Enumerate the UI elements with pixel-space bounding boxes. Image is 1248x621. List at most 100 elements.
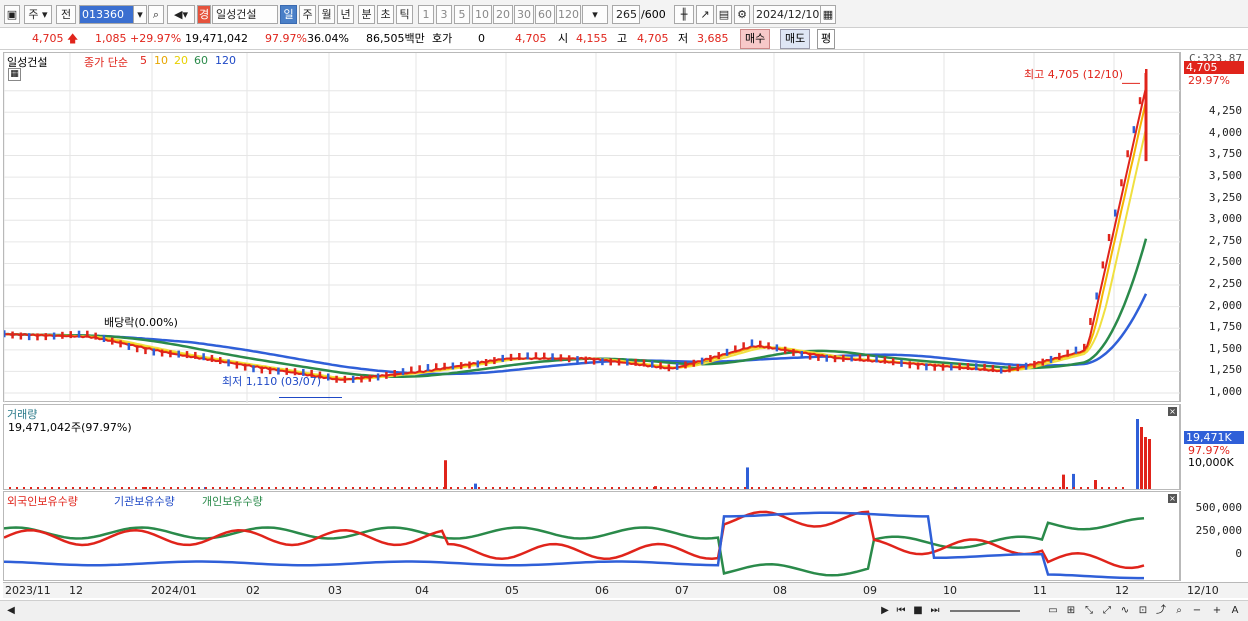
forward-icon[interactable]: ⏭ (928, 604, 942, 618)
period-second[interactable]: 초 (377, 5, 394, 24)
count-input[interactable]: 265 (612, 5, 640, 24)
min-60[interactable]: 60 (535, 5, 555, 24)
period-month[interactable]: 월 (318, 5, 335, 24)
calendar-icon[interactable]: ▦ (820, 5, 836, 24)
period-tick[interactable]: 틱 (396, 5, 413, 24)
min-5[interactable]: 5 (454, 5, 470, 24)
zoom-in-icon[interactable]: + (1210, 604, 1224, 618)
min-120[interactable]: 120 (556, 5, 581, 24)
search-icon[interactable]: ⌕ (148, 5, 164, 24)
period-day[interactable]: 일 (280, 5, 297, 24)
buy-button[interactable]: 매수 (740, 29, 771, 49)
close-icon[interactable]: × (1168, 407, 1177, 416)
volume-bar (807, 487, 809, 489)
gear-icon[interactable]: ⚙ (734, 5, 750, 24)
close-icon[interactable]: × (1168, 494, 1177, 503)
volume-tag: 19,471K (1184, 431, 1244, 444)
candle (1016, 364, 1020, 372)
low-price: 3,685 (697, 32, 729, 45)
save-icon[interactable]: ▤ (716, 5, 732, 24)
scroll-left-icon[interactable]: ◀ (4, 604, 18, 618)
period-week[interactable]: 주 (299, 5, 316, 24)
price-chart-panel[interactable]: 일성건설 종가 단순 5 10 20 60 120 ▦ 최고 4,705 (12… (3, 52, 1181, 403)
volume-panel[interactable]: 거래량 19,471,042주(97.97%) × (3, 404, 1180, 490)
min-1[interactable]: 1 (418, 5, 434, 24)
candle (19, 332, 23, 340)
auto-scale-icon[interactable]: A (1228, 604, 1242, 618)
market-select[interactable]: 주 ▾ (24, 5, 52, 24)
volume-bar (457, 487, 459, 489)
min-20[interactable]: 20 (493, 5, 513, 24)
candle (219, 357, 222, 365)
volume-bar (303, 487, 305, 489)
candle (700, 357, 704, 365)
price-tick: 4,000 (1208, 125, 1242, 139)
tool-8-icon[interactable]: ⌕ (1172, 604, 1186, 618)
trend-tool-icon[interactable]: ↗ (696, 5, 714, 24)
price-tick: 3,250 (1208, 190, 1242, 204)
volume-bar (940, 487, 942, 489)
period-year[interactable]: 년 (337, 5, 354, 24)
price-tick: 1,500 (1208, 341, 1242, 355)
tool-6-icon[interactable]: ⊡ (1136, 604, 1150, 618)
tool-4-icon[interactable]: ⤢ (1100, 604, 1114, 618)
candle-icon[interactable]: ╫ (674, 5, 694, 24)
volume-bar (233, 487, 235, 489)
hoga-label: 호가 (432, 32, 453, 45)
sell-button[interactable]: 매도 (780, 29, 811, 49)
candle (493, 357, 496, 365)
stop-icon[interactable]: ■ (911, 604, 925, 618)
prev-button[interactable]: 전 (56, 5, 76, 24)
volume-bar (1073, 487, 1075, 489)
stock-code-input[interactable]: 013360 (79, 5, 135, 24)
candle (709, 355, 712, 363)
zoom-out-icon[interactable]: − (1190, 604, 1204, 618)
candle (410, 366, 413, 374)
avg-button[interactable]: 평 (817, 29, 836, 49)
volume-bar (268, 487, 270, 489)
volume-bar (1072, 473, 1075, 489)
tool-2-icon[interactable]: ⊞ (1064, 604, 1078, 618)
volume-bar (779, 487, 781, 489)
window-menu-icon[interactable]: ▣ (4, 5, 20, 24)
tool-1-icon[interactable]: ▭ (1046, 604, 1060, 618)
time-label: 12 (69, 584, 83, 597)
min-3[interactable]: 3 (436, 5, 452, 24)
min-30[interactable]: 30 (514, 5, 534, 24)
period-minute[interactable]: 분 (358, 5, 375, 24)
volume-bar (800, 487, 802, 489)
tool-5-icon[interactable]: ∿ (1118, 604, 1132, 618)
volume-bar (1031, 487, 1033, 489)
candle (750, 339, 754, 347)
candle (194, 351, 197, 359)
tool-7-icon[interactable]: ⤴ (1154, 604, 1168, 618)
volume-bar (79, 487, 81, 489)
volume-bar (310, 487, 312, 489)
volume-bar (415, 487, 417, 489)
code-dropdown-icon[interactable]: ▾ (133, 5, 147, 24)
scroll-bar[interactable]: ◀ ▶ ⏮ ■ ⏭ ▭ ⊞ ⤡ ⤢ ∿ ⊡ ⤴ ⌕ − + A (0, 600, 1248, 621)
zoom-slider[interactable] (950, 610, 1020, 612)
price-tick: 2,000 (1208, 298, 1242, 312)
sound-icon[interactable]: ◀▾ (167, 5, 195, 24)
date-input[interactable]: 2024/12/10 (753, 5, 821, 24)
stock-name-field[interactable]: 일성건설 (212, 5, 278, 24)
scroll-right-icon[interactable]: ▶ (878, 604, 892, 618)
candle (135, 345, 139, 353)
min-10[interactable]: 10 (472, 5, 492, 24)
volume-bar (835, 487, 837, 489)
high-price: 4,705 (637, 32, 669, 45)
candle (69, 331, 72, 339)
candle (551, 353, 554, 361)
time-label: 04 (415, 584, 429, 597)
volume-bar (408, 487, 410, 489)
candle (343, 375, 347, 383)
volume-bar (128, 487, 130, 489)
volume-bar (625, 487, 627, 489)
minute-custom-select[interactable]: ▾ (582, 5, 608, 24)
holdings-panel[interactable]: 외국인보유수량 기관보유수량 개인보유수량 × (3, 491, 1180, 581)
price-tick: 3,000 (1208, 212, 1242, 226)
volume-bar (444, 460, 447, 489)
rewind-icon[interactable]: ⏮ (894, 604, 908, 618)
tool-3-icon[interactable]: ⤡ (1082, 604, 1096, 618)
